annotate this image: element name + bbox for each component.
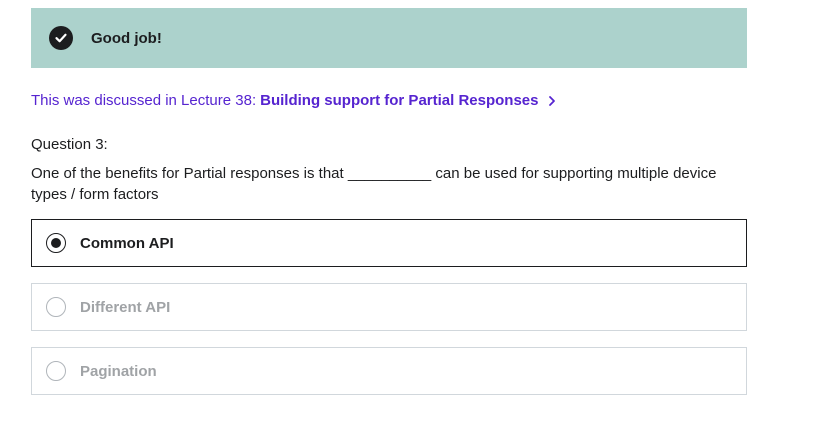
answer-option-label: Different API (80, 298, 171, 316)
answer-option-label: Common API (80, 234, 174, 252)
lecture-reference: This was discussed in Lecture 38: Buildi… (31, 92, 557, 109)
lecture-link-text: Building support for Partial Responses (260, 92, 539, 109)
radio-selected-icon[interactable] (46, 233, 66, 253)
answer-option-different-api[interactable]: Different API (31, 283, 747, 331)
check-circle-icon (49, 26, 73, 50)
lecture-link[interactable]: Building support for Partial Responses (260, 92, 556, 109)
radio-empty-icon[interactable] (46, 297, 66, 317)
answer-option-common-api[interactable]: Common API (31, 219, 747, 267)
radio-empty-icon[interactable] (46, 361, 66, 381)
question-number: Question 3: (31, 136, 108, 153)
question-text: One of the benefits for Partial response… (31, 165, 717, 203)
answer-option-pagination[interactable]: Pagination (31, 347, 747, 395)
answer-option-label: Pagination (80, 362, 157, 380)
success-banner: Good job! (31, 8, 747, 68)
success-message: Good job! (91, 29, 162, 47)
chevron-right-icon (547, 95, 557, 107)
lecture-prefix: This was discussed in Lecture 38: (31, 92, 257, 109)
